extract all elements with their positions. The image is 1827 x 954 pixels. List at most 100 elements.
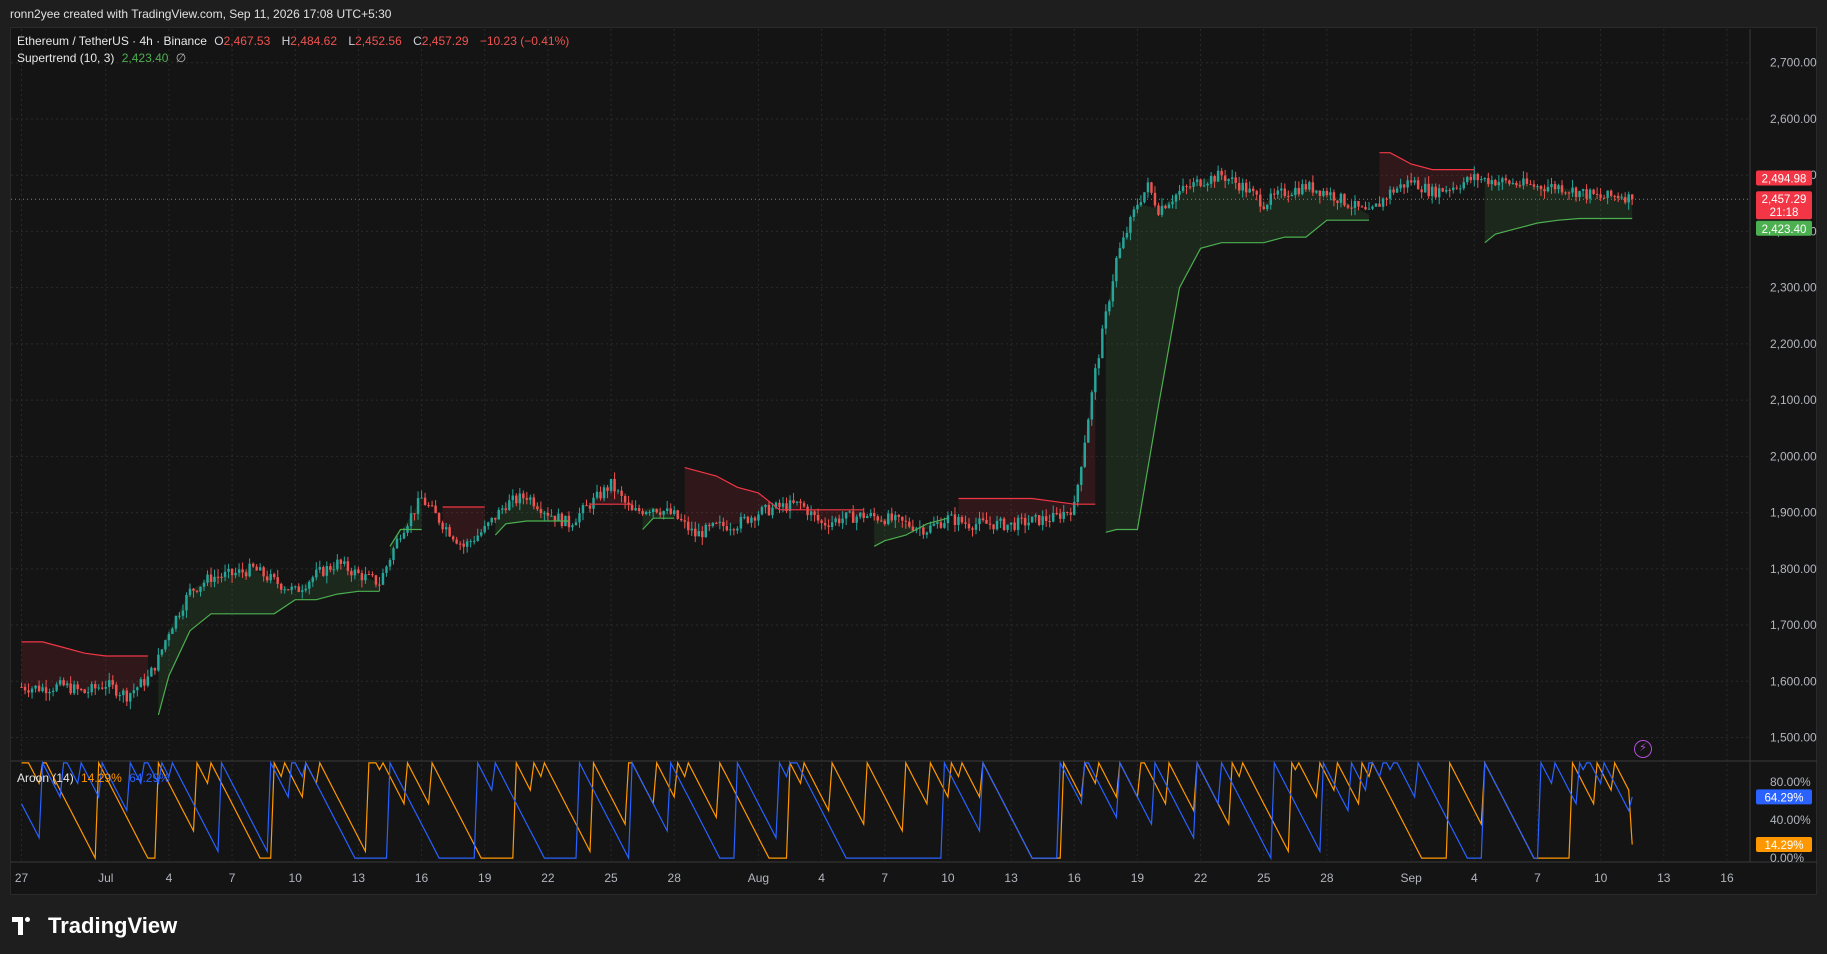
candle-body [1115, 257, 1118, 282]
candle-body [823, 523, 827, 526]
candle-body [620, 490, 623, 497]
candle-body [809, 511, 813, 516]
time-tick-label: 22 [541, 871, 555, 885]
candle-body [65, 683, 69, 686]
candle-body [1048, 521, 1051, 523]
candle-body [995, 520, 999, 530]
candle-body [1315, 190, 1318, 193]
candle-body [529, 497, 532, 500]
candle-body [1395, 188, 1399, 193]
candle-body [546, 512, 550, 516]
candle-body [472, 540, 476, 542]
candle-body [1494, 180, 1497, 186]
symbol-label[interactable]: Ethereum / TetherUS · 4h · Binance [17, 34, 207, 48]
candle-body [1027, 522, 1030, 526]
candle-body [55, 684, 58, 691]
candle-body [592, 497, 595, 509]
time-tick-label: 22 [1194, 871, 1208, 885]
aroon-down-value: 64.29% [129, 771, 170, 785]
candle-body [122, 690, 125, 696]
candle-body [1280, 188, 1283, 191]
candle-body [350, 570, 353, 576]
candle-body [1490, 180, 1494, 185]
candle-body [1543, 189, 1546, 192]
candle-body [1473, 174, 1476, 181]
candle-body [574, 522, 578, 526]
candle-body [248, 563, 251, 577]
candle-body [837, 518, 841, 524]
replay-icon[interactable]: ⚡ [1634, 740, 1652, 758]
upper-price-badge: 2,494.98 [1756, 170, 1812, 186]
candle-body [1020, 517, 1023, 519]
candle-body [1476, 174, 1480, 181]
current-price-badge: 2,457.2921:18 [1756, 191, 1812, 220]
candle-body [86, 692, 90, 694]
supertrend-down-fill [21, 641, 148, 696]
candle-body [1276, 190, 1280, 195]
candle-body [332, 569, 336, 571]
candle-body [1423, 183, 1427, 193]
candle-body [858, 512, 862, 517]
candle-body [420, 497, 423, 499]
candle-body [1311, 182, 1315, 193]
candle-body [1097, 358, 1101, 369]
candle-body [37, 685, 41, 692]
candle-body [908, 521, 911, 527]
candle-layer [20, 165, 1634, 710]
candle-body [360, 573, 364, 581]
aroon-down-badge: 64.29% [1756, 789, 1812, 805]
aroon-legend[interactable]: Aroon (14) 14.29% 64.29% [17, 771, 174, 785]
candle-body [736, 528, 739, 531]
candle-body [174, 616, 178, 629]
chart-svg[interactable]: 2,700.002,600.002,500.002,400.002,300.00… [0, 0, 1827, 954]
candle-body [960, 517, 964, 523]
candle-body [72, 684, 76, 694]
candle-body [216, 576, 220, 578]
tradingview-logo[interactable]: TradingView [12, 913, 177, 939]
countdown-text: 21:18 [1770, 207, 1799, 219]
candle-body [1051, 513, 1055, 522]
candle-body [385, 566, 388, 574]
candle-body [357, 569, 360, 574]
candle-body [290, 586, 293, 591]
candle-body [746, 516, 750, 523]
supertrend-legend[interactable]: Supertrend (10, 3) 2,423.40 ∅ [17, 51, 190, 65]
candle-body [1434, 186, 1437, 198]
candle-body [427, 505, 430, 507]
candle-body [697, 531, 701, 537]
candle-body [108, 680, 111, 687]
candle-body [315, 569, 318, 578]
candle-body [999, 518, 1002, 521]
time-tick-label: 7 [229, 871, 236, 885]
candle-body [395, 538, 399, 549]
time-tick-label: 25 [604, 871, 618, 885]
candle-body [1515, 182, 1518, 186]
candle-body [62, 680, 65, 686]
candle-body [1143, 192, 1146, 203]
candle-body [1157, 205, 1160, 215]
candle-body [525, 498, 529, 500]
candle-body [1329, 192, 1332, 196]
candle-body [255, 566, 258, 571]
candle-body [1588, 189, 1592, 199]
candle-body [1427, 183, 1430, 197]
candle-body [1055, 513, 1058, 515]
candle-body [1301, 184, 1304, 195]
candle-body [1202, 185, 1206, 187]
candle-body [1259, 194, 1262, 207]
candle-body [1332, 192, 1336, 201]
candle-body [97, 687, 100, 689]
candle-body [1508, 180, 1511, 184]
candle-body [1129, 217, 1132, 233]
candle-body [1241, 182, 1244, 191]
candle-body [1553, 184, 1557, 190]
price-tick-label: 1,600.00 [1770, 674, 1817, 688]
candle-body [1164, 205, 1167, 209]
candle-body [1444, 189, 1448, 192]
price-tick-label: 2,200.00 [1770, 337, 1817, 351]
price-tick-label: 1,900.00 [1770, 506, 1817, 520]
candle-body [771, 507, 774, 516]
candle-body [936, 522, 939, 524]
candle-body [1564, 192, 1567, 194]
candle-body [441, 522, 444, 530]
